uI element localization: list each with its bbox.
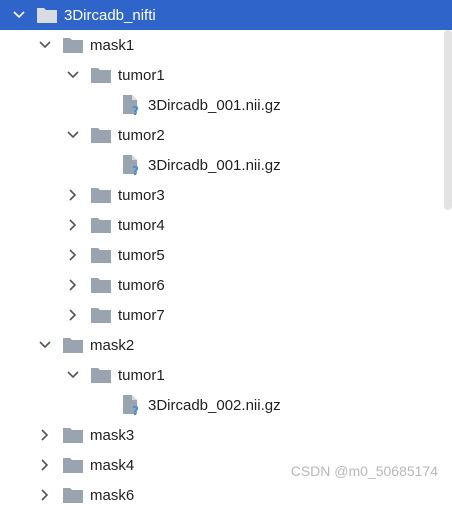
folder-icon bbox=[62, 456, 84, 474]
tree-node-label: 3Dircadb_001.nii.gz bbox=[148, 156, 281, 174]
svg-text:?: ? bbox=[132, 104, 139, 116]
folder-icon bbox=[36, 6, 58, 24]
tree-node[interactable]: ? 3Dircadb_001.nii.gz bbox=[0, 150, 452, 180]
unknown-file-icon: ? bbox=[120, 94, 142, 116]
chevron-right-icon[interactable] bbox=[64, 186, 82, 204]
folder-icon bbox=[62, 486, 84, 504]
chevron-down-icon[interactable] bbox=[36, 36, 54, 54]
folder-icon bbox=[90, 66, 112, 84]
tree-node[interactable]: tumor5 bbox=[0, 240, 452, 270]
tree-node-label: mask3 bbox=[90, 426, 135, 444]
tree-node-label: tumor1 bbox=[118, 66, 165, 84]
tree-node[interactable]: ? 3Dircadb_002.nii.gz bbox=[0, 390, 452, 420]
tree-node[interactable]: tumor7 bbox=[0, 300, 452, 330]
tree-node[interactable]: tumor6 bbox=[0, 270, 452, 300]
tree-node[interactable]: mask3 bbox=[0, 420, 452, 450]
tree-node[interactable]: tumor1 bbox=[0, 360, 452, 390]
tree-node[interactable]: mask2 bbox=[0, 330, 452, 360]
tree-node[interactable]: tumor3 bbox=[0, 180, 452, 210]
tree-node-label: 3Dircadb_002.nii.gz bbox=[148, 396, 281, 414]
chevron-right-icon[interactable] bbox=[36, 426, 54, 444]
tree-node[interactable]: tumor4 bbox=[0, 210, 452, 240]
chevron-down-icon[interactable] bbox=[64, 366, 82, 384]
chevron-down-icon[interactable] bbox=[64, 126, 82, 144]
tree-node[interactable]: tumor2 bbox=[0, 120, 452, 150]
tree-node-label: tumor2 bbox=[118, 126, 165, 144]
unknown-file-icon: ? bbox=[120, 154, 142, 176]
folder-icon bbox=[90, 126, 112, 144]
tree-node[interactable]: tumor1 bbox=[0, 60, 452, 90]
folder-icon bbox=[90, 216, 112, 234]
folder-icon bbox=[62, 36, 84, 54]
tree-node-label: 3Dircadb_001.nii.gz bbox=[148, 96, 281, 114]
watermark: CSDN @m0_50685174 bbox=[290, 463, 438, 479]
tree-node-label: mask1 bbox=[90, 36, 135, 54]
folder-icon bbox=[90, 186, 112, 204]
tree-node-label: tumor6 bbox=[118, 276, 165, 294]
folder-icon bbox=[90, 246, 112, 264]
tree-node-label: tumor4 bbox=[118, 216, 165, 234]
folder-icon bbox=[90, 276, 112, 294]
tree-node-label: mask6 bbox=[90, 486, 135, 504]
svg-text:?: ? bbox=[132, 404, 139, 416]
tree-node-root[interactable]: 3Dircadb_nifti bbox=[0, 0, 452, 30]
project-tree: 3Dircadb_nifti mask1 tumor1? 3Dircadb_001.… bbox=[0, 0, 452, 510]
chevron-right-icon[interactable] bbox=[64, 246, 82, 264]
tree-node-label: tumor3 bbox=[118, 186, 165, 204]
tree-node[interactable]: mask1 bbox=[0, 30, 452, 60]
folder-icon bbox=[90, 366, 112, 384]
folder-icon bbox=[90, 306, 112, 324]
chevron-right-icon[interactable] bbox=[64, 276, 82, 294]
folder-icon bbox=[62, 426, 84, 444]
vertical-scrollbar[interactable] bbox=[444, 30, 452, 210]
tree-node-label: tumor1 bbox=[118, 366, 165, 384]
tree-node-label: mask2 bbox=[90, 336, 135, 354]
chevron-down-icon[interactable] bbox=[64, 66, 82, 84]
tree-node[interactable]: ? 3Dircadb_001.nii.gz bbox=[0, 90, 452, 120]
tree-node-label: mask4 bbox=[90, 456, 135, 474]
chevron-right-icon[interactable] bbox=[64, 216, 82, 234]
chevron-down-icon[interactable] bbox=[36, 336, 54, 354]
svg-text:?: ? bbox=[132, 164, 139, 176]
chevron-right-icon[interactable] bbox=[64, 306, 82, 324]
tree-node-label: tumor7 bbox=[118, 306, 165, 324]
unknown-file-icon: ? bbox=[120, 394, 142, 416]
folder-icon bbox=[62, 336, 84, 354]
tree-node-label: 3Dircadb_nifti bbox=[64, 6, 156, 24]
tree-node[interactable]: mask6 bbox=[0, 480, 452, 510]
chevron-right-icon[interactable] bbox=[36, 456, 54, 474]
chevron-right-icon[interactable] bbox=[36, 486, 54, 504]
tree-node-label: tumor5 bbox=[118, 246, 165, 264]
chevron-down-icon[interactable] bbox=[10, 6, 28, 24]
